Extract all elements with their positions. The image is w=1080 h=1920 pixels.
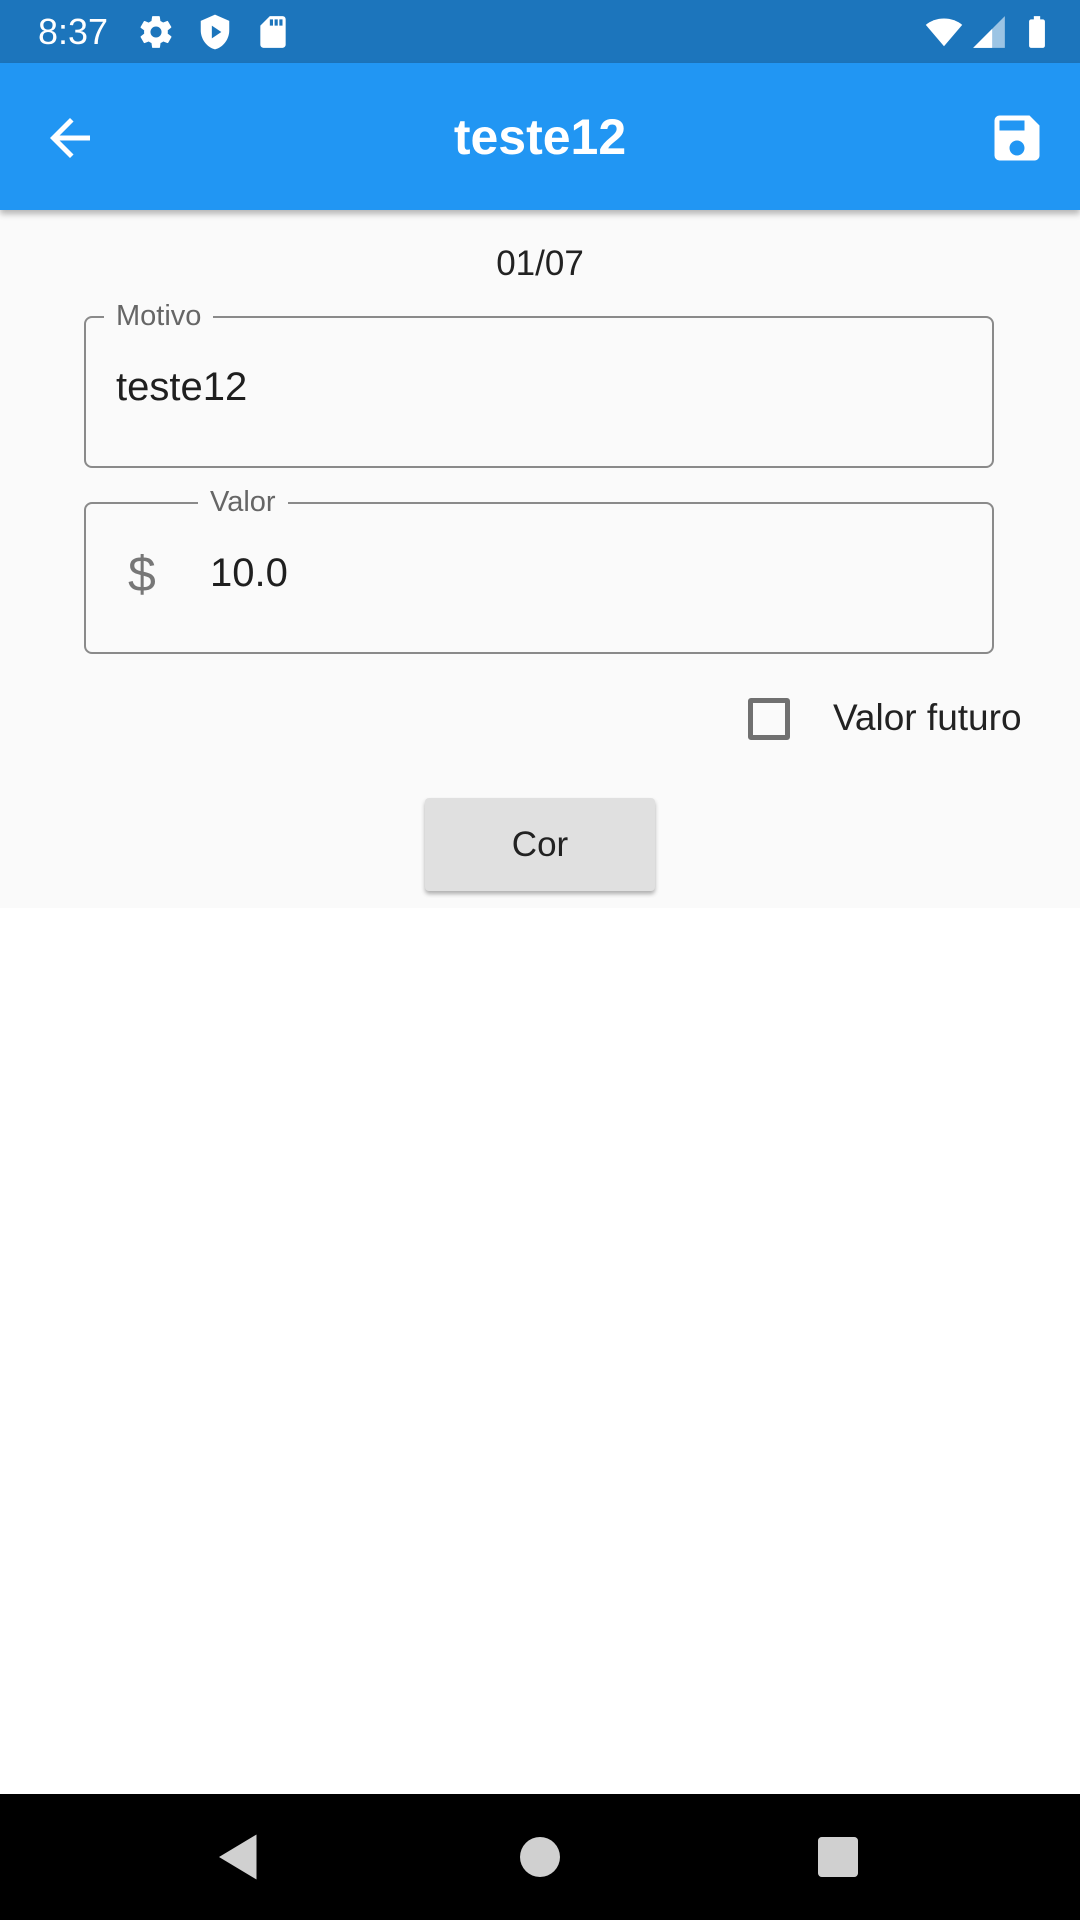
motivo-field[interactable]: Motivo teste12	[84, 300, 994, 468]
shield-play-icon	[200, 14, 230, 50]
future-value-label[interactable]: Valor futuro	[833, 696, 1022, 740]
sd-card-icon	[260, 16, 286, 48]
future-value-checkbox[interactable]	[748, 698, 790, 740]
valor-label: Valor	[198, 486, 288, 518]
status-bar: 8:37	[0, 0, 1080, 63]
motivo-label: Motivo	[104, 300, 214, 332]
dollar-prefix-icon: $	[128, 546, 156, 602]
date-label[interactable]: 01/07	[0, 244, 1080, 284]
status-time: 8:37	[38, 11, 109, 52]
save-icon[interactable]	[987, 108, 1047, 168]
app-bar: teste12	[0, 63, 1080, 210]
valor-field[interactable]: Valor $ 10.0	[84, 486, 994, 654]
color-button[interactable]: Cor	[425, 798, 655, 891]
settings-icon	[140, 16, 172, 48]
valor-input[interactable]: 10.0	[210, 550, 288, 596]
page-title: teste12	[453, 109, 627, 165]
cell-signal-icon	[973, 16, 1005, 48]
battery-icon	[1029, 16, 1045, 48]
motivo-input[interactable]: teste12	[116, 364, 247, 410]
navigation-bar	[0, 1794, 1080, 1920]
recents-nav-icon[interactable]	[808, 1827, 868, 1887]
back-nav-icon[interactable]	[209, 1827, 269, 1887]
wifi-icon	[925, 18, 963, 47]
form-area: 01/07 Motivo teste12 Valor $ 10.0 Valor …	[0, 210, 1080, 908]
home-nav-icon[interactable]	[510, 1827, 570, 1887]
